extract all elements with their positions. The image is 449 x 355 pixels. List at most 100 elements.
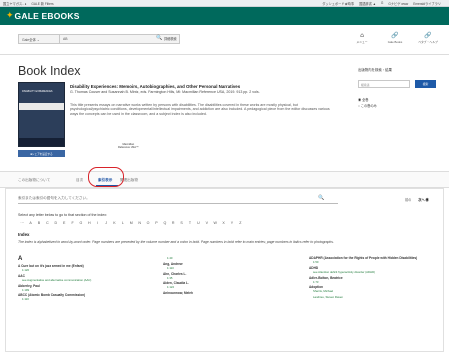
search-bar: Gale全体 ⌄ AB 🔍 詳細検索 ⌂ メニュー 🔗 Gale Books 🔗… bbox=[0, 25, 449, 55]
bookmark-item[interactable]: 国語辞書 ▲ bbox=[359, 1, 376, 6]
home-icon: ⌂ bbox=[360, 32, 364, 39]
bookmark-item[interactable]: ダッシュボード★時事 bbox=[322, 1, 354, 6]
header-tools: ⌂ メニュー 🔗 Gale Books 🔗 ベタブ・ヘルプ bbox=[351, 32, 439, 45]
index-entry: A Cure but on it's jazz armed in me (Enf… bbox=[18, 264, 138, 272]
cover-share-button[interactable]: ■シェアを設定する bbox=[18, 150, 65, 157]
entry-page-ref[interactable]: 1:73 bbox=[309, 280, 437, 284]
index-note: The index is alphabetized in word-by-wor… bbox=[18, 240, 334, 244]
letter-link[interactable]: V bbox=[203, 221, 211, 225]
entry-page-ref[interactable]: 1:199 bbox=[18, 288, 138, 292]
letter-link[interactable]: M bbox=[127, 221, 135, 225]
tab-toc[interactable]: 目次 bbox=[76, 178, 83, 183]
entry-page-ref[interactable]: 1:35 bbox=[163, 276, 283, 280]
letter-link[interactable]: N bbox=[135, 221, 143, 225]
entry-page-ref[interactable]: 1:110 bbox=[18, 297, 138, 301]
letter-link[interactable]: S bbox=[177, 221, 185, 225]
search-within-input[interactable]: 検索語 bbox=[358, 80, 410, 88]
index-heading: Index bbox=[18, 232, 30, 237]
tool-help[interactable]: 🔗 ベタブ・ヘルプ bbox=[417, 32, 439, 45]
radio-this-volume[interactable]: ○ この巻のみ bbox=[358, 103, 377, 108]
entry-page-ref[interactable]: 1:110 bbox=[163, 266, 283, 270]
book-cover-image[interactable]: DISABILITY EXPERIENCES bbox=[18, 82, 65, 147]
bookmarks-right-group: ダッシュボード★時事 国語辞書 ▲ G Gナビゲ www Emeraldライブラ… bbox=[322, 1, 446, 6]
letter-link[interactable]: ··· bbox=[18, 221, 26, 225]
entry-page-ref[interactable]: see Augmentative and alternative communi… bbox=[18, 278, 138, 282]
prev-button[interactable]: 前の bbox=[405, 198, 411, 202]
letter-link[interactable]: X bbox=[219, 221, 227, 225]
index-column: A A Cure but on it's jazz armed in me (E… bbox=[18, 256, 138, 303]
index-search-input[interactable]: 索引または索引の語句を入力してください。 bbox=[18, 196, 338, 204]
index-entry: AAC see Augmentative and alternative com… bbox=[18, 274, 138, 282]
index-entry: Ahn, Charles L. 1:35 bbox=[163, 272, 283, 280]
gale-logo-icon[interactable]: ✦ bbox=[6, 11, 14, 21]
next-button[interactable]: 次へ ◉ bbox=[418, 198, 428, 202]
letter-link[interactable]: Q bbox=[161, 221, 169, 225]
index-entry: ABCC (Atomic Bomb Casualty Commission) 1… bbox=[18, 293, 138, 301]
publisher-logo: Macmillan Reference USA™ bbox=[118, 143, 139, 149]
search-icon[interactable]: 🔍 bbox=[156, 35, 162, 41]
advanced-search-link[interactable]: 詳細検索 bbox=[164, 36, 177, 41]
index-pagination: 前の 次へ ◉ bbox=[405, 197, 429, 202]
index-entry: Adler-Bolton, Beatrice 1:73 bbox=[309, 276, 437, 284]
radio-all-volumes[interactable]: ◉ 全巻 bbox=[358, 97, 368, 102]
book-meta: G. Thomas Couser and Susannah B. Mintz, … bbox=[70, 90, 260, 94]
tab-bar: この出版物について 目次 索引表示 関連出版物 bbox=[0, 171, 449, 188]
book-title: Disability Experiences: Memoirs, Autobio… bbox=[70, 84, 241, 89]
entry-page-ref[interactable]: Sharris, Michael bbox=[309, 289, 437, 293]
letter-link[interactable]: F bbox=[68, 221, 76, 225]
index-panel: 索引または索引の語句を入力してください。 🔍 前の 次へ ◉ Select an… bbox=[5, 188, 444, 352]
letter-link[interactable]: R bbox=[169, 221, 177, 225]
search-icon[interactable]: 🔍 bbox=[318, 195, 324, 201]
letter-link[interactable]: E bbox=[60, 221, 68, 225]
bookmark-item[interactable]: G bbox=[381, 1, 383, 6]
index-entry: Abberley, Paul 1:199 bbox=[18, 284, 138, 292]
bookmark-item[interactable]: GALE 新 Filters bbox=[31, 1, 53, 6]
entry-page-ref[interactable]: Landrieu, Steven Raven bbox=[309, 295, 437, 299]
tool-label: ベタブ・ヘルプ bbox=[418, 40, 438, 44]
letter-link[interactable]: A bbox=[26, 221, 34, 225]
letter-link[interactable]: U bbox=[194, 221, 202, 225]
search-within-button[interactable]: 検索 bbox=[415, 80, 436, 88]
letter-link[interactable]: D bbox=[52, 221, 60, 225]
tool-menu[interactable]: ⌂ メニュー bbox=[351, 32, 373, 45]
letter-link[interactable]: K bbox=[110, 221, 118, 225]
letter-link[interactable]: J bbox=[102, 221, 110, 225]
letter-link[interactable]: Z bbox=[236, 221, 244, 225]
entry-page-ref[interactable]: 1:40 bbox=[163, 256, 283, 260]
index-entry: Ang, Andrew 1:110 bbox=[163, 262, 283, 270]
tool-gale-books[interactable]: 🔗 Gale Books bbox=[384, 32, 406, 45]
letter-link[interactable]: Y bbox=[228, 221, 236, 225]
bookmark-item[interactable]: Emeraldライブラリ bbox=[413, 1, 441, 6]
entry-page-ref[interactable]: 1:122 bbox=[163, 285, 283, 289]
letter-link[interactable]: C bbox=[43, 221, 51, 225]
search-within-heading: 出版物内を検索・結果 bbox=[358, 68, 392, 72]
link-icon: 🔗 bbox=[391, 32, 399, 39]
letter-link[interactable]: H bbox=[85, 221, 93, 225]
bookmark-item[interactable]: Gナビゲ www bbox=[388, 1, 408, 6]
index-entry: ADHD see Attention deficit hyperactivity… bbox=[309, 266, 437, 274]
highlight-circle bbox=[88, 167, 124, 187]
index-entry: Aiden, Claudia L. 1:122 bbox=[163, 281, 283, 289]
entry-page-ref[interactable]: 1:50 bbox=[309, 260, 437, 264]
tab-about[interactable]: この出版物について bbox=[18, 178, 50, 183]
letter-link[interactable]: L bbox=[119, 221, 127, 225]
letter-link[interactable]: T bbox=[186, 221, 194, 225]
publisher-line: Reference USA™ bbox=[118, 146, 139, 149]
search-scope-select[interactable]: Gale全体 ⌄ bbox=[18, 34, 60, 44]
gale-logo-text[interactable]: GALE EBOOKS bbox=[15, 11, 80, 21]
entry-term[interactable]: Aninounnow, Meleh bbox=[163, 291, 283, 295]
tool-label: Gale Books bbox=[387, 40, 403, 44]
page-title: Book Index bbox=[18, 64, 81, 78]
section-letter: A bbox=[18, 256, 23, 262]
letter-link[interactable]: I bbox=[94, 221, 102, 225]
entry-page-ref[interactable]: 1:120 bbox=[18, 268, 138, 272]
letter-link[interactable]: G bbox=[77, 221, 85, 225]
letter-link[interactable]: W bbox=[211, 221, 219, 225]
link-icon: 🔗 bbox=[424, 32, 432, 39]
letter-link[interactable]: P bbox=[152, 221, 160, 225]
letter-link[interactable]: B bbox=[35, 221, 43, 225]
entry-page-ref[interactable]: see Attention deficit hyperactivity diso… bbox=[309, 270, 437, 274]
bookmark-item[interactable]: 国立ヤマガス.. ♦ bbox=[3, 1, 26, 6]
search-within-panel: 出版物内を検索・結果 検索語 検索 ◉ 全巻 ○ この巻のみ bbox=[358, 67, 438, 108]
letter-link[interactable]: O bbox=[144, 221, 152, 225]
